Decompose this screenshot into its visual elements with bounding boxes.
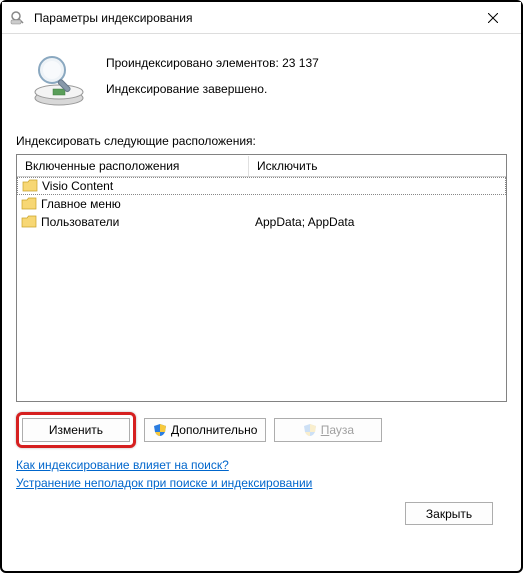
- close-button[interactable]: [473, 3, 513, 33]
- modify-button[interactable]: Изменить: [22, 418, 130, 442]
- uac-shield-icon: [153, 423, 167, 437]
- advanced-button[interactable]: Дополнительно: [144, 418, 266, 442]
- how-indexing-affects-link[interactable]: Как индексирование влияет на поиск?: [16, 458, 229, 472]
- status-block: Проиндексировано элементов: 23 137 Индек…: [16, 42, 507, 126]
- troubleshoot-link[interactable]: Устранение неполадок при поиске и индекс…: [16, 476, 312, 490]
- location-name: Главное меню: [41, 197, 121, 211]
- column-included[interactable]: Включенные расположения: [17, 156, 249, 176]
- close-icon: [488, 13, 498, 23]
- folder-icon: [21, 215, 37, 229]
- list-item[interactable]: Visio Content: [17, 177, 506, 195]
- titlebar: Параметры индексирования: [2, 2, 521, 34]
- column-excluded[interactable]: Исключить: [249, 156, 506, 176]
- indexed-count-label: Проиндексировано элементов: 23 137: [106, 56, 319, 70]
- location-name: Visio Content: [42, 179, 113, 193]
- pause-button: Пауза: [274, 418, 382, 442]
- tutorial-highlight: Изменить: [16, 412, 136, 448]
- uac-shield-icon: [303, 423, 317, 437]
- indexing-state-label: Индексирование завершено.: [106, 82, 319, 96]
- window-title: Параметры индексирования: [34, 11, 473, 25]
- location-name: Пользователи: [41, 215, 119, 229]
- list-item[interactable]: Главное меню: [17, 195, 506, 213]
- locations-header: Включенные расположения Исключить: [17, 155, 506, 177]
- indexing-options-icon: [10, 10, 26, 26]
- list-item[interactable]: Пользователи AppData; AppData: [17, 213, 506, 231]
- folder-icon: [21, 197, 37, 211]
- folder-icon: [22, 179, 38, 193]
- location-excluded: AppData; AppData: [249, 215, 506, 229]
- pause-label: ауза: [329, 423, 354, 437]
- locations-section-label: Индексировать следующие расположения:: [16, 134, 507, 148]
- indexing-status-icon: [30, 54, 88, 108]
- locations-list: Включенные расположения Исключить Visio …: [16, 154, 507, 402]
- advanced-label: ополнительно: [179, 423, 257, 437]
- close-dialog-button[interactable]: Закрыть: [405, 502, 493, 525]
